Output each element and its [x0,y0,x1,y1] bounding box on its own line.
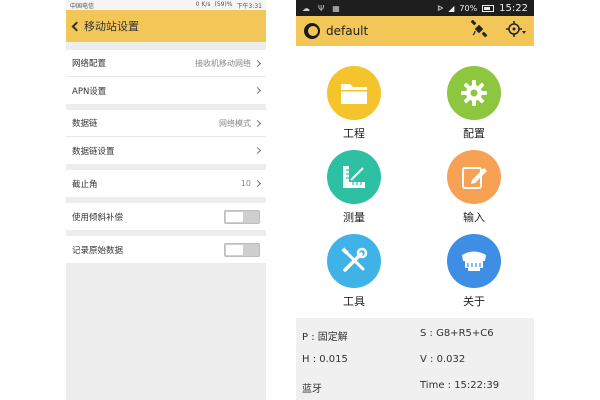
tile-label: 工具 [343,295,365,308]
system-icons: ᐉ ◢ 70% 15:22 [437,3,528,14]
setting-label: 使用倾斜补偿 [72,212,124,223]
chevron-right-icon [253,179,262,188]
setting-label: APN设置 [72,86,107,97]
setting-row-cutoff-angle[interactable]: 截止角 10 [66,170,266,197]
app-header: default [296,16,534,46]
setting-row-record-raw: 记录原始数据 [66,236,266,263]
chevron-right-icon [253,59,262,67]
setting-value: 接收机移动网络 [195,58,251,68]
status-right: 0 K/s (59)% 下午3:31 [196,1,262,10]
main-menu-grid: 工程 配置 测量 输入 工具 关于 [296,62,534,312]
battery-level: (59)% [214,0,233,8]
bluetooth-icon: ᐉ [437,3,444,13]
cloud-icon: ☁ [302,3,310,13]
tile-label: 测量 [343,211,365,224]
horizontal-precision: H : 0.015 [302,354,348,365]
main-menu-screen: ☁ Ψ ▦ ᐉ ◢ 70% 15:22 default 工程 配置 测量 输入 … [296,0,534,400]
usb-icon: Ψ [318,3,325,13]
crosshair-menu-icon[interactable] [506,20,526,42]
chevron-right-icon [253,146,262,155]
net-speed: 0 K/s [195,0,211,8]
clock: 下午3:31 [236,2,262,10]
connection-type: 蓝牙 [302,384,322,395]
screenshot-canvas: 中国电信 0 K/s (59)% 下午3:31 移动站设置 网络配置 接收机移动… [0,0,600,400]
app-logo-icon [304,23,320,39]
page-title: 移动站设置 [84,20,139,33]
toggle-knob [226,244,243,255]
menu-tile-about[interactable]: 关于 [439,234,509,309]
solution-status: P : 固定解 [302,332,348,343]
settings-group-network: 网络配置 接收机移动网络 APN设置 [66,50,266,104]
clock: 15:22 [499,2,528,14]
setting-row-network-config[interactable]: 网络配置 接收机移动网络 [66,50,266,77]
setting-label: 数据链设置 [72,146,115,157]
setting-value-wrap [251,146,262,155]
chevron-right-icon [253,119,262,127]
toggle-knob [226,211,243,222]
gps-time: Time : 15:22:39 [420,380,500,391]
setting-row-tilt-compensation: 使用倾斜补偿 [66,203,266,230]
tile-label: 工程 [343,127,365,140]
setting-value: 网络模式 [219,118,251,128]
vertical-precision: V : 0.032 [420,354,466,365]
setting-value-wrap: 10 [240,179,262,188]
settings-header: 移动站设置 [66,10,266,42]
settings-group-datalink: 数据链 网络模式 数据链设置 [66,110,266,164]
receiver-icon [447,234,501,288]
tile-label: 输入 [463,211,485,224]
battery-percent: 70% [459,3,478,13]
setting-row-datalink-settings[interactable]: 数据链设置 [66,137,266,164]
chevron-right-icon [253,86,262,95]
setting-label: 数据链 [72,119,98,129]
menu-tile-survey[interactable]: 测量 [319,150,389,225]
project-brand: default [304,23,368,39]
tilt-compensation-toggle[interactable] [224,209,260,224]
setting-row-apn[interactable]: APN设置 [66,77,266,104]
status-bar: 中国电信 0 K/s (59)% 下午3:31 [66,0,266,10]
setting-label: 截止角 [72,179,98,190]
header-actions [470,19,526,42]
setting-label: 记录原始数据 [72,245,124,256]
folder-icon [327,66,381,120]
record-raw-data-toggle[interactable] [224,242,260,257]
menu-tile-config[interactable]: 配置 [439,66,509,141]
notification-icons: ☁ Ψ ▦ [302,4,340,13]
satellite-count: S : G8+R5+C6 [420,328,494,339]
settings-group-tilt: 使用倾斜补偿 [66,203,266,230]
setting-value-wrap: 网络模式 [219,118,262,129]
ruler-icon [327,150,381,204]
settings-group-cutoff: 截止角 10 [66,170,266,197]
setting-row-datalink[interactable]: 数据链 网络模式 [66,110,266,137]
setting-value-wrap [251,86,262,95]
gear-icon [447,66,501,120]
app-icon: ▦ [332,3,340,13]
satellite-icon[interactable] [470,19,488,42]
rover-settings-screen: 中国电信 0 K/s (59)% 下午3:31 移动站设置 网络配置 接收机移动… [66,0,266,400]
menu-tile-project[interactable]: 工程 [319,66,389,141]
setting-value-wrap: 接收机移动网络 [195,58,262,69]
carrier-name: 中国电信 [70,2,95,10]
edit-icon [447,150,501,204]
tile-label: 配置 [463,127,485,140]
menu-tile-tools[interactable]: 工具 [319,234,389,309]
tile-label: 关于 [463,295,485,308]
menu-tile-input[interactable]: 输入 [439,150,509,225]
setting-label: 网络配置 [72,59,107,69]
status-info-panel: P : 固定解 S : G8+R5+C6 H : 0.015 V : 0.032… [296,318,534,400]
back-arrow-icon[interactable] [71,21,82,31]
status-bar: ☁ Ψ ▦ ᐉ ◢ 70% 15:22 [296,0,534,16]
setting-value: 10 [240,179,251,188]
signal-icon: ◢ [448,3,455,13]
settings-group-raw-data: 记录原始数据 [66,236,266,263]
project-name: default [326,24,369,38]
battery-icon [482,4,495,12]
tools-icon [327,234,381,288]
